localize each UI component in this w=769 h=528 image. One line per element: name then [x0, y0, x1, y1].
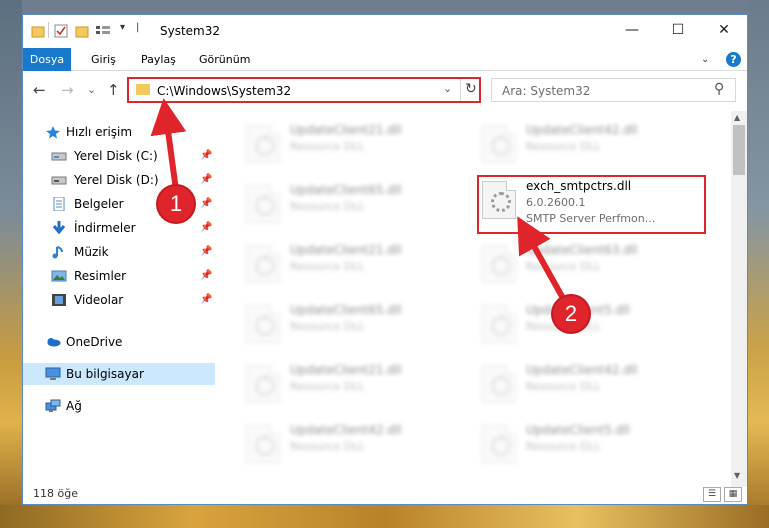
arrow-to-file	[517, 216, 567, 302]
callout-arrows	[150, 98, 567, 302]
callout-badge-1: 1	[158, 186, 194, 222]
arrow-to-address-bar	[150, 98, 187, 191]
callout-badge-2: 2	[553, 296, 589, 332]
